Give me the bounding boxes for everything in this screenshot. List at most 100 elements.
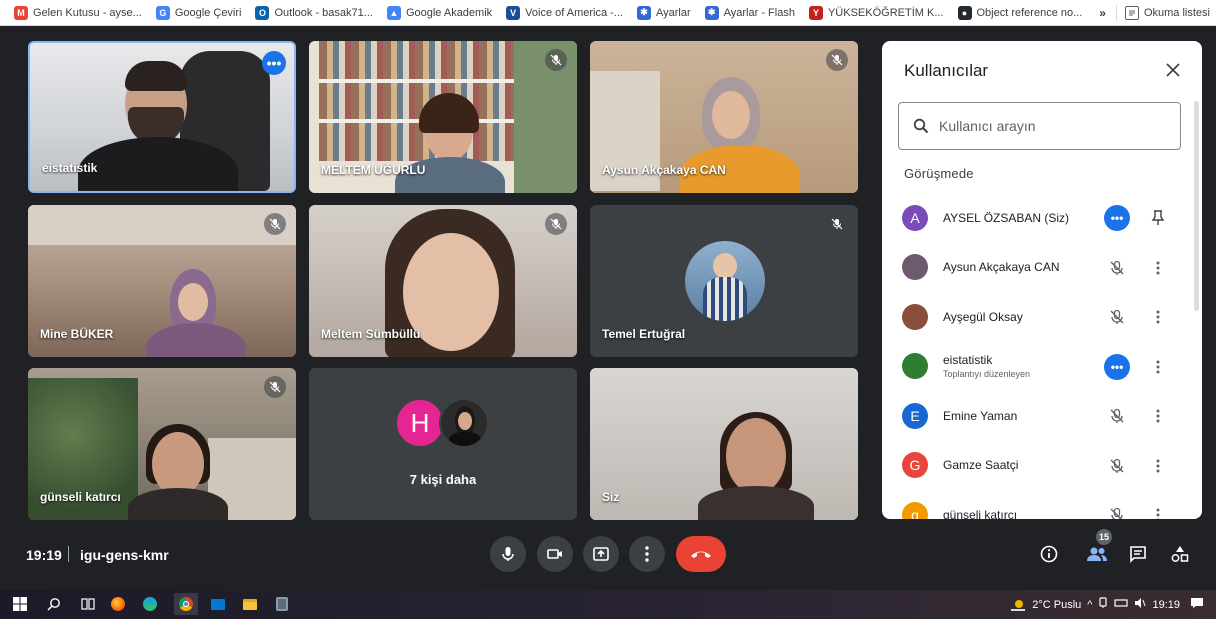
participant-name: Ayşegül Oksay — [943, 309, 1023, 324]
video-tile[interactable]: Mine BÜKER — [28, 205, 296, 357]
video-tile[interactable]: Aysun Akçakaya CAN — [590, 41, 858, 193]
meeting-stage: ••• eistatistik MELTEM UĞURLU Aysun Akça… — [0, 26, 1216, 590]
participant-name: Aysun Akçakaya CAN — [943, 260, 1060, 275]
avatar: A — [902, 204, 928, 231]
mic-off-icon[interactable] — [1104, 304, 1130, 330]
person-body — [698, 486, 814, 520]
pin-icon[interactable] — [1150, 205, 1166, 231]
participant-list: A AYSEL ÖZSABAN (Siz) ••• Aysun Akçakaya CA… — [882, 193, 1194, 519]
participant-row[interactable]: G Gamze Saatçi — [882, 441, 1194, 491]
participant-row[interactable]: Aysun Akçakaya CAN — [882, 243, 1194, 293]
chat-button[interactable] — [1125, 541, 1151, 567]
avatar — [439, 398, 489, 448]
reading-list-label[interactable]: Okuma listesi — [1144, 7, 1210, 19]
windows-start-icon[interactable] — [12, 596, 28, 612]
taskbar-clock[interactable]: 19:19 — [1152, 599, 1180, 611]
mail-icon[interactable] — [210, 596, 226, 612]
chrome-icon[interactable] — [174, 593, 198, 615]
present-screen-button[interactable] — [583, 536, 619, 572]
participant-row[interactable]: Ayşegül Oksay — [882, 292, 1194, 342]
more-vert-icon[interactable] — [1150, 403, 1166, 429]
more-vert-icon[interactable] — [1150, 453, 1166, 479]
search-icon — [913, 118, 929, 134]
divider — [1115, 5, 1117, 21]
mic-off-icon[interactable] — [1104, 255, 1130, 281]
volume-icon[interactable] — [1134, 598, 1146, 611]
participant-name: eistatistik — [42, 161, 98, 175]
participants-button[interactable] — [1084, 541, 1110, 567]
bookshelf-shape — [319, 41, 519, 161]
firefox-icon[interactable] — [110, 596, 126, 612]
camera-button[interactable] — [537, 536, 573, 572]
video-tile[interactable]: günseli katırcı — [28, 368, 296, 520]
reading-list-icon[interactable] — [1124, 6, 1139, 20]
edge-icon[interactable] — [142, 596, 158, 612]
bookmark-item[interactable]: ✱ Ayarlar — [636, 5, 691, 20]
mic-icon — [502, 547, 514, 561]
microphone-button[interactable] — [490, 536, 526, 572]
windows-taskbar: 2°C Puslu ^ 19:19 — [0, 590, 1216, 619]
mic-off-icon — [545, 213, 567, 235]
file-explorer-icon[interactable] — [242, 596, 258, 612]
network-icon[interactable] — [1114, 598, 1129, 611]
mic-off-icon — [264, 213, 286, 235]
participant-name: Gamze Saatçi — [943, 458, 1019, 473]
more-vert-icon[interactable] — [1150, 255, 1166, 281]
more-options-button[interactable] — [629, 536, 665, 572]
more-vert-icon[interactable] — [1150, 354, 1166, 380]
video-tile[interactable]: ••• eistatistik — [28, 41, 296, 193]
mic-off-icon[interactable] — [1104, 403, 1130, 429]
more-vert-icon[interactable] — [1150, 502, 1166, 519]
avatar — [902, 254, 928, 281]
participant-role: Toplantıyı düzenleyen — [943, 369, 1031, 380]
speaking-indicator-icon[interactable]: ••• — [1104, 205, 1130, 231]
bookmark-item[interactable]: O Outlook - basak71... — [255, 5, 373, 20]
scrollbar[interactable] — [1194, 101, 1199, 311]
bookmark-item[interactable]: ▲ Google Akademik — [386, 5, 492, 20]
meet-now-icon[interactable] — [1098, 597, 1108, 612]
more-options-icon[interactable]: ••• — [262, 51, 286, 75]
participant-name: günseli katırcı — [943, 507, 1018, 519]
mic-off-icon[interactable] — [1104, 502, 1130, 519]
calculator-icon[interactable] — [274, 596, 290, 612]
task-view-icon[interactable] — [80, 596, 96, 612]
bookmark-item[interactable]: M Gelen Kutusu - ayse... — [14, 5, 142, 20]
bookmark-item[interactable]: ● Object reference no... — [957, 5, 1082, 20]
chevron-up-icon[interactable]: ^ — [1087, 599, 1092, 611]
bookmark-item[interactable]: Y YÜKSEKÖĞRETİM K... — [808, 5, 944, 20]
video-tile[interactable]: Meltem Sümbüllü — [309, 205, 577, 357]
participant-info: Ayşegül Oksay — [943, 310, 1103, 324]
participant-row[interactable]: g günseli katırcı — [882, 490, 1194, 519]
divider — [68, 546, 69, 562]
notification-icon[interactable] — [1190, 597, 1204, 612]
bookmarks-overflow-button[interactable]: » — [1099, 6, 1106, 20]
participant-search-input[interactable]: Kullanıcı arayın — [898, 102, 1181, 150]
search-icon[interactable] — [46, 596, 62, 612]
participant-info: Gamze Saatçi — [943, 458, 1103, 472]
more-participants-tile[interactable]: H 7 kişi daha — [309, 368, 577, 520]
video-tile[interactable]: MELTEM UĞURLU — [309, 41, 577, 193]
meeting-details-button[interactable] — [1036, 541, 1062, 567]
close-icon[interactable] — [1162, 59, 1184, 81]
mic-off-icon[interactable] — [1104, 453, 1130, 479]
participant-info: Aysun Akçakaya CAN — [943, 260, 1103, 274]
leave-call-button[interactable] — [676, 536, 726, 572]
camera-icon — [547, 549, 562, 559]
more-vert-icon — [645, 546, 649, 562]
participant-row[interactable]: E Emine Yaman — [882, 391, 1194, 441]
participant-row[interactable]: A AYSEL ÖZSABAN (Siz) ••• — [882, 193, 1194, 243]
participant-info: AYSEL ÖZSABAN (Siz) — [943, 211, 1103, 225]
bookmark-label: YÜKSEKÖĞRETİM K... — [827, 6, 944, 19]
activities-button[interactable] — [1167, 541, 1193, 567]
weather-label[interactable]: 2°C Puslu — [1032, 599, 1081, 611]
self-video-tile[interactable]: Siz — [590, 368, 858, 520]
speaking-indicator-icon[interactable]: ••• — [1104, 353, 1130, 380]
settings-icon: ✱ — [636, 5, 651, 20]
more-vert-icon[interactable] — [1150, 304, 1166, 330]
bookmark-item[interactable]: G Google Çeviri — [155, 5, 241, 20]
video-tile[interactable]: Temel Ertuğral — [590, 205, 858, 357]
participant-row[interactable]: eistatistik Toplantıyı düzenleyen ••• — [882, 342, 1194, 392]
bookmark-item[interactable]: V Voice of America -... — [506, 5, 623, 20]
bookmark-item[interactable]: ✱ Ayarlar - Flash — [704, 5, 795, 20]
avatar: H — [395, 398, 445, 448]
